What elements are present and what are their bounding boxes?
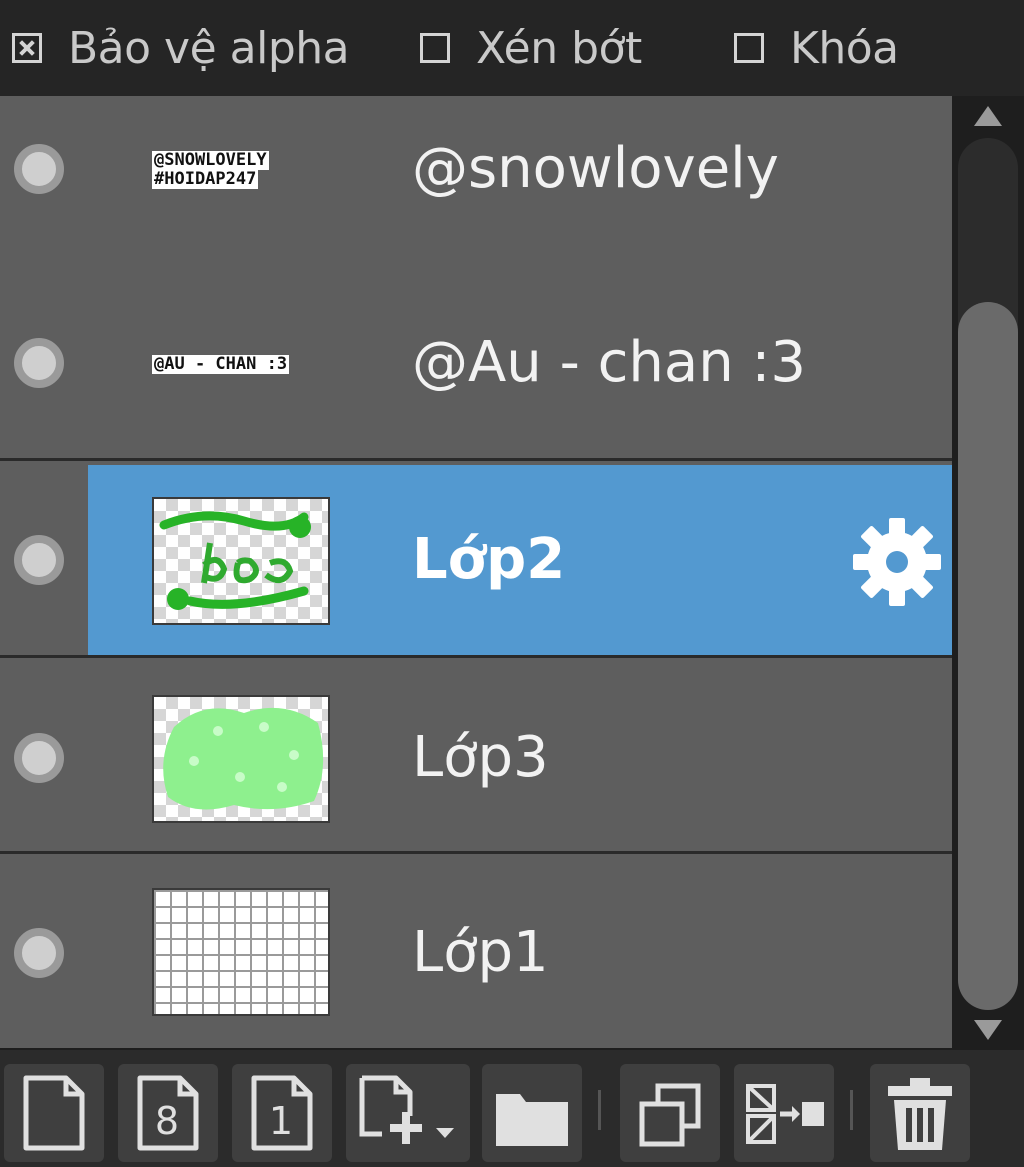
layer-list-scrollbar[interactable] [952, 96, 1024, 1048]
lock-option[interactable]: Khóa [734, 20, 899, 76]
duplicate-layer-button[interactable] [620, 1064, 720, 1162]
layer-row-snowlovely[interactable]: @SNOWLOVELY #HOIDAP247 @snowlovely [0, 96, 952, 289]
layer-row-au-chan[interactable]: @AU - CHAN :3 @Au - chan :3 [0, 268, 952, 461]
scroll-thumb[interactable] [958, 302, 1018, 1010]
alpha-protect-checkbox[interactable] [12, 33, 42, 63]
new-8bit-layer-icon: 8 [137, 1075, 199, 1151]
thumbnail-art [163, 707, 324, 810]
visibility-toggle[interactable] [14, 733, 64, 783]
delete-layer-button[interactable] [870, 1064, 970, 1162]
clipping-checkbox[interactable] [420, 33, 450, 63]
layer-toolbar: 8 1 [0, 1050, 1024, 1167]
add-layer-menu-button[interactable] [346, 1064, 470, 1162]
layer-row-lop3[interactable]: Lớp3 [0, 661, 952, 854]
layer-name: Lớp3 [412, 725, 549, 790]
thumb-text-line: #HOIDAP247 [152, 169, 259, 189]
new-1bit-layer-button[interactable]: 1 [232, 1064, 332, 1162]
visibility-toggle[interactable] [14, 535, 64, 585]
gear-icon[interactable] [852, 517, 942, 607]
clipping-label: Xén bớt [476, 22, 642, 74]
layer-row-lop1[interactable]: Lớp1 [0, 856, 952, 1048]
layer-thumbnail [152, 695, 330, 823]
new-1bit-layer-icon: 1 [251, 1075, 313, 1151]
new-layer-icon [23, 1075, 85, 1151]
layer-name: @Au - chan :3 [412, 330, 806, 395]
visibility-toggle[interactable] [14, 928, 64, 978]
toolbar-separator [850, 1090, 853, 1130]
thumbnail-art [159, 511, 311, 610]
toolbar-separator [598, 1090, 601, 1130]
merge-down-button[interactable] [734, 1064, 834, 1162]
scroll-down-arrow-icon[interactable] [974, 1020, 1002, 1040]
layer-options-bar: Bảo vệ alpha Xén bớt Khóa [0, 0, 1024, 96]
clipping-option[interactable]: Xén bớt [420, 20, 642, 76]
new-8bit-layer-button[interactable]: 8 [118, 1064, 218, 1162]
new-layer-button[interactable] [4, 1064, 104, 1162]
merge-down-icon [746, 1084, 824, 1144]
lock-checkbox[interactable] [734, 33, 764, 63]
layer-thumbnail [152, 888, 330, 1016]
scroll-up-arrow-icon[interactable] [974, 106, 1002, 126]
layer-list: @SNOWLOVELY #HOIDAP247 @snowlovely @AU -… [0, 96, 952, 1048]
thumb-text-line: @SNOWLOVELY [152, 150, 269, 170]
svg-text:8: 8 [155, 1099, 179, 1143]
new-folder-icon [496, 1094, 568, 1146]
layer-row-lop2[interactable]: Lớp2 [0, 465, 952, 658]
svg-text:1: 1 [269, 1099, 293, 1143]
new-folder-button[interactable] [482, 1064, 582, 1162]
layer-name: Lớp1 [412, 920, 549, 985]
alpha-protect-label: Bảo vệ alpha [68, 22, 350, 74]
visibility-toggle[interactable] [14, 338, 64, 388]
layer-name: Lớp2 [412, 527, 566, 592]
layer-thumbnail: @SNOWLOVELY #HOIDAP247 [152, 106, 330, 234]
alpha-protect-option[interactable]: Bảo vệ alpha [12, 20, 350, 76]
layer-name: @snowlovely [412, 136, 779, 201]
add-layer-menu-icon [359, 1075, 454, 1144]
layer-thumbnail: @AU - CHAN :3 [152, 300, 330, 428]
trash-icon [888, 1078, 952, 1150]
lock-label: Khóa [790, 22, 899, 74]
thumb-text-line: @AU - CHAN :3 [152, 353, 290, 374]
visibility-toggle[interactable] [14, 144, 64, 194]
duplicate-layer-icon [639, 1083, 701, 1147]
layer-thumbnail [152, 497, 330, 625]
